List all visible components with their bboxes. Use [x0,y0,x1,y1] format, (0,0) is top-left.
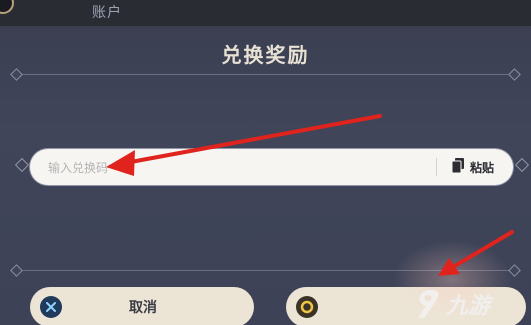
redeem-dialog-scene: 账户 兑换奖励 粘贴 取消 [0,0,531,325]
paste-button[interactable]: 粘贴 [444,153,502,181]
divider-top [22,74,509,75]
cancel-button-label: 取消 [129,300,157,316]
cancel-button[interactable]: 取消 [30,287,254,325]
tab-account[interactable]: 账户 [92,2,122,22]
top-bar: 账户 [0,0,531,26]
redeem-code-input[interactable] [46,156,440,180]
corner-ornament [0,0,14,14]
dialog-title: 兑换奖励 [221,43,310,67]
clipboard-icon [451,157,464,177]
input-frame-ornament-right [514,157,530,173]
close-circle-icon [40,296,62,318]
input-frame-ornament-left [14,157,30,173]
watermark: 九游 [408,284,528,324]
watermark-brand: 九游 [446,294,491,319]
paste-separator [436,158,437,176]
paste-label: 粘贴 [470,160,495,175]
circle-icon [296,296,318,318]
redeem-code-field: 粘贴 [30,149,513,185]
